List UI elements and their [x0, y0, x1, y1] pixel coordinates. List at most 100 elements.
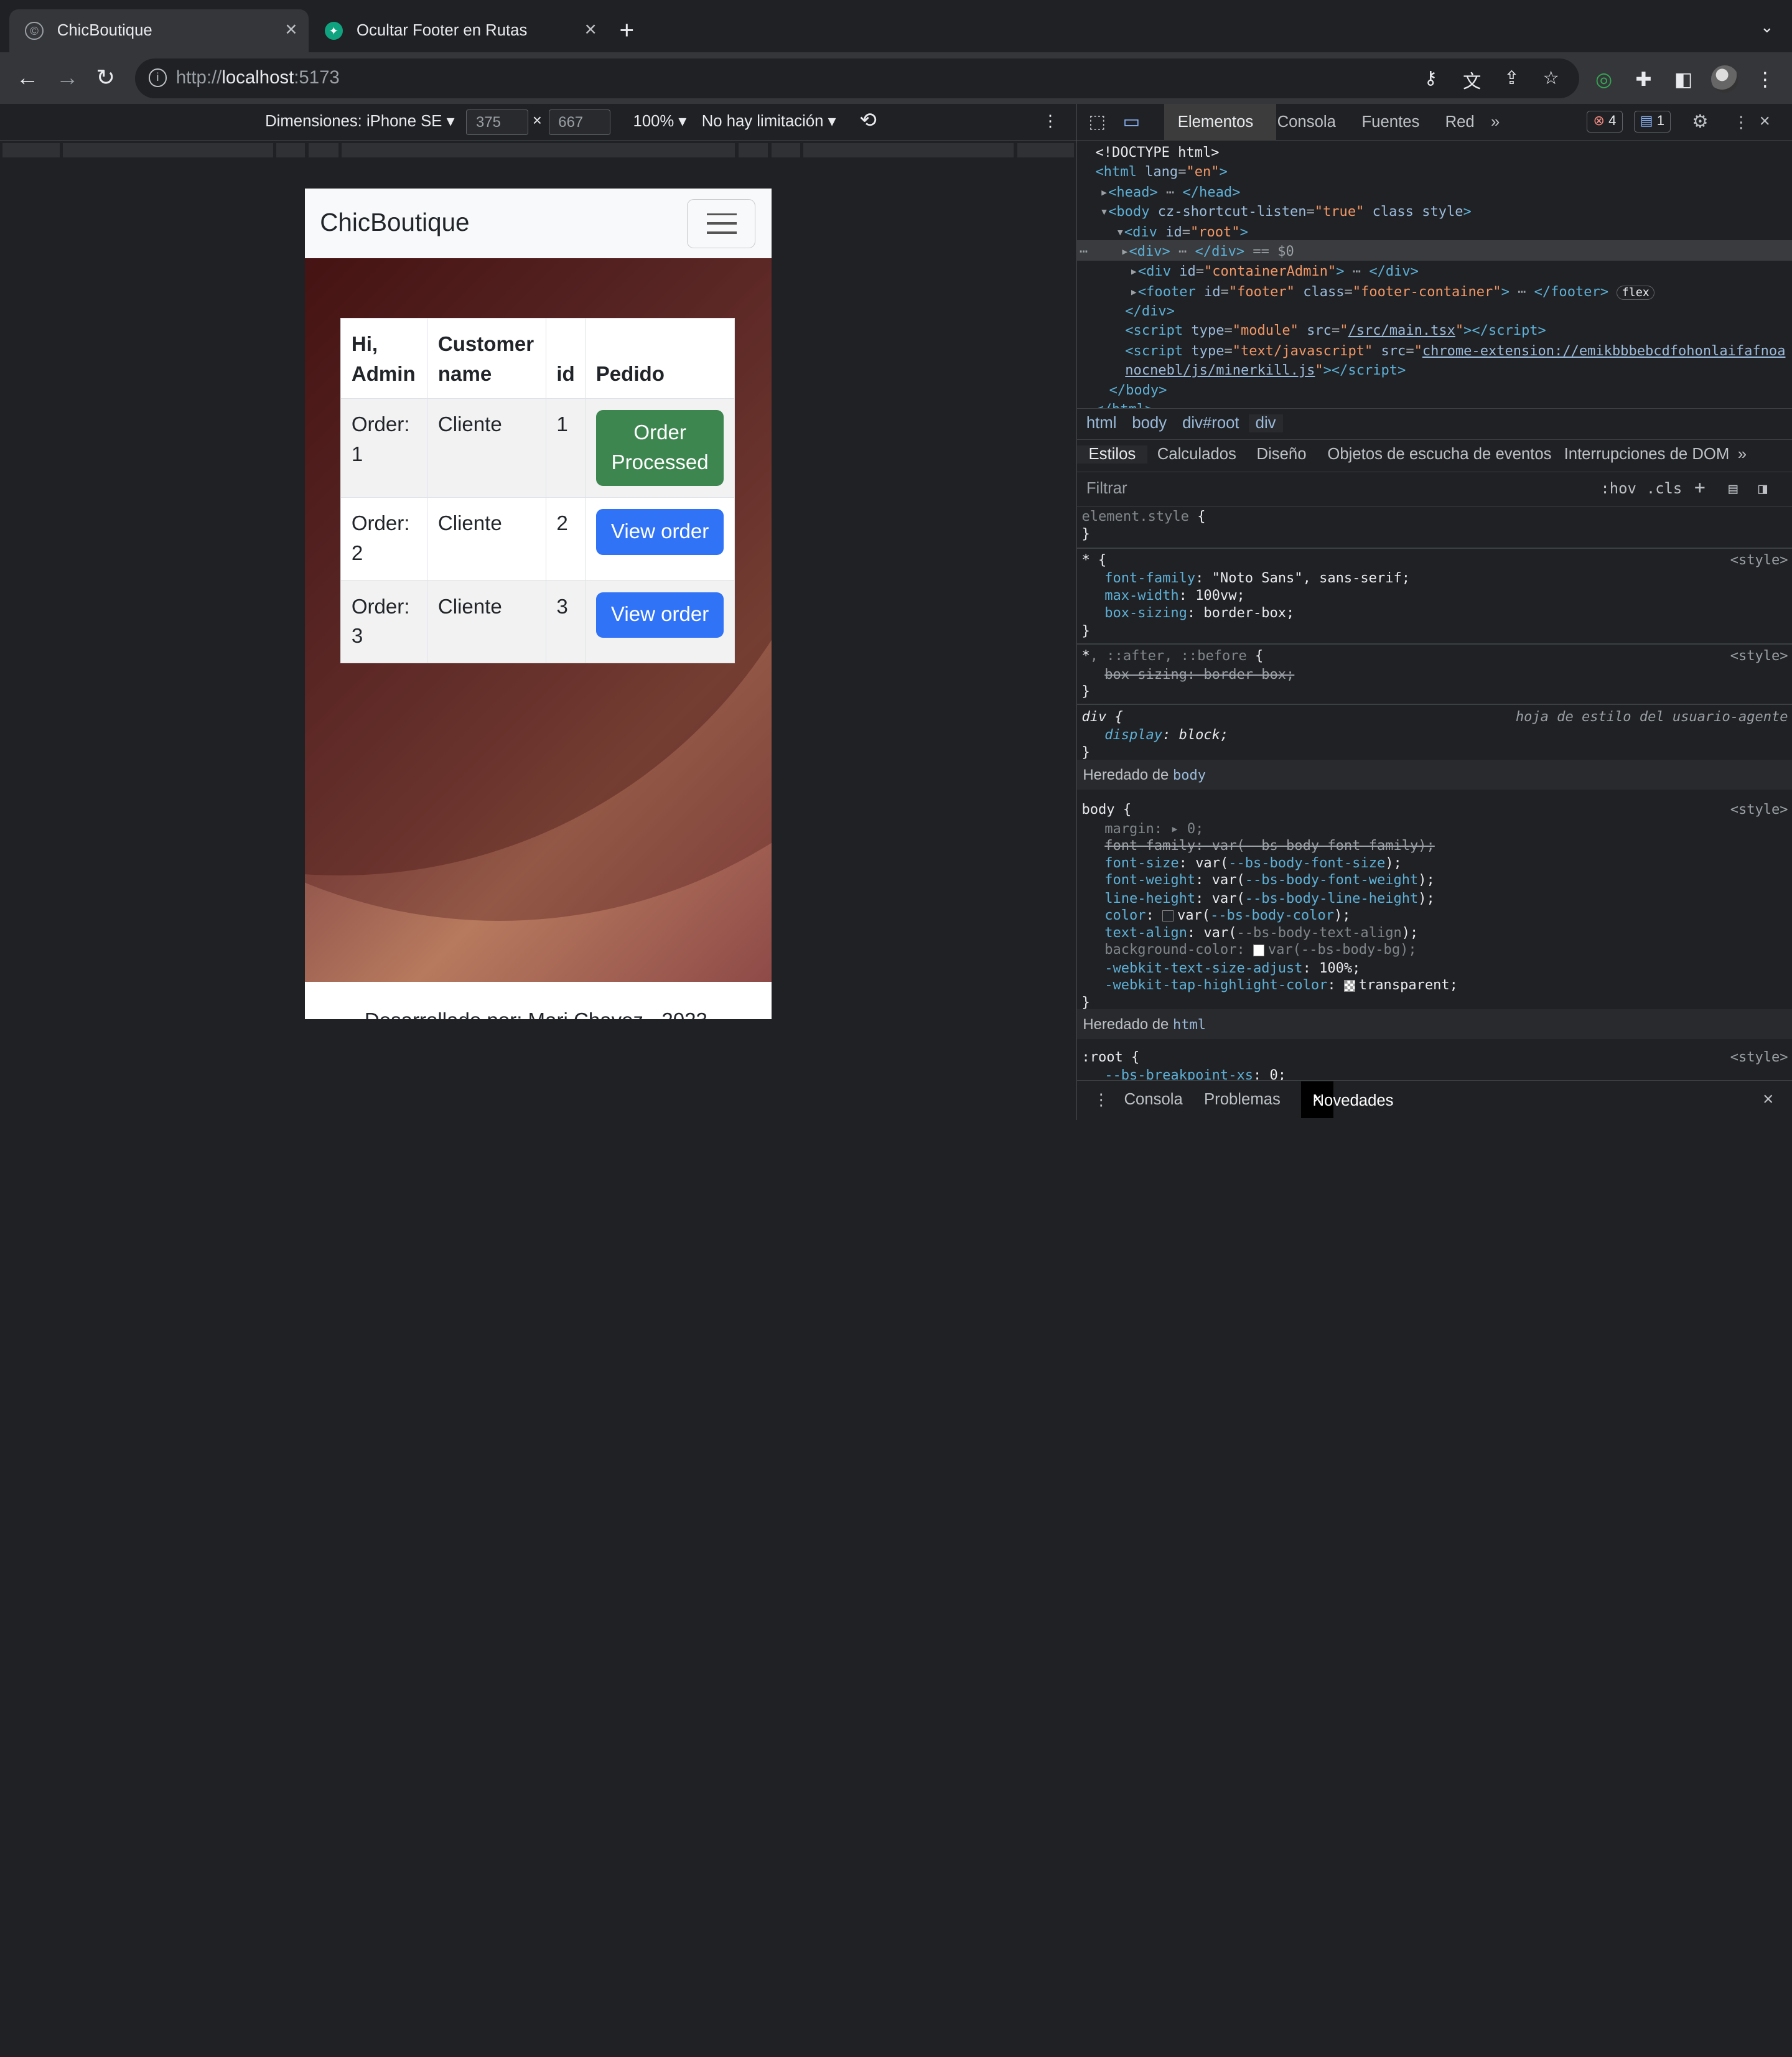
styles-filter-input[interactable]: Filtrar [1086, 480, 1127, 498]
device-toolbar: Dimensiones: iPhone SE ▾ 375 × 667 100% … [0, 104, 1077, 141]
new-tab-icon[interactable]: + [619, 16, 634, 44]
tab-search-chevron-icon[interactable]: ⌄ [1760, 18, 1774, 37]
tab-title: Ocultar Footer en Rutas [357, 22, 528, 40]
crumb-div[interactable]: div [1248, 414, 1283, 432]
action-cell: View order [585, 497, 735, 581]
rotate-icon[interactable]: ⟲ [859, 108, 877, 133]
hov-toggle[interactable]: :hov [1600, 480, 1636, 497]
browser-toolbar: ← → ↻ i http://localhost:5173 ⚷ 文 ⇪ ☆ ◎ … [0, 52, 1792, 105]
page-frame: ChicBoutique Hi, Admin Customer name id … [305, 189, 772, 1020]
view-order-button[interactable]: View order [595, 592, 724, 638]
devtools-tab-bar: ⬚ ▭ Elementos Consola Fuentes Red » ⊗ 4 … [1077, 104, 1792, 141]
back-arrow-icon[interactable]: ← [16, 64, 39, 91]
tab-fuentes[interactable]: Fuentes [1361, 113, 1419, 131]
crumb-body[interactable]: body [1132, 414, 1167, 432]
style-source-link[interactable]: <style> [1730, 801, 1788, 819]
tab-event-listeners[interactable]: Objetos de escucha de eventos [1327, 445, 1551, 464]
drawer-tab-novedades[interactable]: Novedades × [1301, 1081, 1394, 1118]
chatgpt-favicon-icon: ✦ [324, 21, 343, 40]
zoom-select[interactable]: 100% ▾ [633, 112, 687, 131]
browser-tab-ocultar-footer[interactable]: ✦ Ocultar Footer en Rutas × [309, 9, 608, 53]
header-pedido: Pedido [585, 317, 735, 399]
id-cell: 1 [545, 398, 586, 498]
dimension-separator: × [532, 111, 542, 129]
style-source-link[interactable]: <style> [1730, 648, 1788, 665]
error-count-badge[interactable]: ⊗ 4 [1587, 111, 1623, 133]
site-info-icon[interactable]: i [148, 68, 167, 87]
drawer-tab-consola[interactable]: Consola [1124, 1091, 1182, 1109]
styles-filter-bar: Filtrar :hov .cls + ▤ ◨ [1077, 472, 1792, 506]
device-viewport: ChicBoutique Hi, Admin Customer name id … [0, 160, 1077, 1120]
profile-avatar[interactable] [1710, 65, 1738, 93]
tab-diseno[interactable]: Diseño [1257, 445, 1307, 464]
order-processed-button[interactable]: Order Processed [595, 410, 724, 486]
paint-icon[interactable]: ▤ [1729, 480, 1737, 497]
orders-table: Hi, Admin Customer name id Pedido Order:… [340, 317, 735, 664]
address-bar[interactable]: i http://localhost:5173 ⚷ 文 ⇪ ☆ [134, 58, 1580, 98]
key-icon[interactable]: ⚷ [1424, 67, 1438, 89]
order-cell: Order: 1 [340, 398, 428, 498]
extensions-puzzle-icon[interactable]: ✚ [1635, 68, 1651, 91]
side-panel-icon[interactable]: ◧ [1674, 68, 1693, 91]
devtools-panel: ⬚ ▭ Elementos Consola Fuentes Red » ⊗ 4 … [1076, 104, 1792, 1120]
extension-ring-icon[interactable]: ◎ [1595, 68, 1612, 91]
more-tabs-icon[interactable]: » [1491, 113, 1500, 131]
close-devtools-icon[interactable]: × [1760, 111, 1770, 132]
tab-red[interactable]: Red [1445, 113, 1475, 131]
crumb-div-root[interactable]: div#root [1182, 414, 1239, 432]
settings-gear-icon[interactable]: ⚙ [1692, 111, 1708, 133]
tab-consola[interactable]: Consola [1277, 113, 1336, 131]
translate-icon[interactable]: 文 [1463, 67, 1481, 93]
media-query-ruler[interactable] [0, 140, 1077, 161]
device-height-input[interactable]: 667 [548, 110, 610, 135]
navbar-toggler-button[interactable] [686, 198, 756, 248]
site-favicon-icon: © [25, 21, 44, 40]
breadcrumb: html body div#root div [1077, 408, 1792, 441]
url-text: http://localhost:5173 [175, 67, 340, 88]
close-drawer-icon[interactable]: × [1763, 1089, 1773, 1110]
throttle-select[interactable]: No hay limitación ▾ [702, 112, 836, 131]
sidebar-toggle-icon[interactable]: ◨ [1758, 480, 1767, 497]
header-id: id [545, 317, 586, 399]
reload-icon[interactable]: ↻ [96, 64, 115, 91]
drawer-tab-problemas[interactable]: Problemas [1204, 1091, 1281, 1109]
device-toggle-icon[interactable]: ▭ [1123, 111, 1141, 133]
dom-tree[interactable]: <!DOCTYPE html> <html lang="en"> ▸<head>… [1077, 141, 1792, 408]
cls-toggle[interactable]: .cls [1646, 480, 1682, 497]
devtools-menu-icon[interactable]: ⋮ [1733, 113, 1749, 132]
crumb-html[interactable]: html [1086, 414, 1117, 432]
share-icon[interactable]: ⇪ [1504, 67, 1519, 89]
customer-cell: Cliente [427, 398, 546, 498]
styles-pane: element.style { } * { <style> font-famil… [1077, 506, 1792, 1080]
forward-arrow-icon[interactable]: → [56, 64, 79, 91]
header-greeting: Hi, Admin [340, 317, 428, 399]
browser-tab-chicboutique[interactable]: © ChicBoutique × [9, 9, 309, 53]
close-tab-icon[interactable]: × [584, 19, 596, 40]
drawer-menu-icon[interactable]: ⋮ [1093, 1091, 1109, 1109]
new-rule-icon[interactable]: + [1694, 477, 1706, 498]
tab-estilos[interactable]: Estilos [1077, 445, 1147, 464]
tab-dom-breakpoints[interactable]: Interrupciones de DOM [1564, 445, 1730, 464]
order-cell: Order: 2 [340, 497, 428, 581]
tab-elementos[interactable]: Elementos [1178, 113, 1253, 131]
page-footer: Desarrollado por: Mari Chavez - 2023 [305, 981, 772, 1020]
brand-logo[interactable]: ChicBoutique [320, 208, 469, 237]
style-source-link[interactable]: <style> [1730, 1049, 1788, 1066]
user-agent-label: hoja de estilo del usuario-agente [1515, 709, 1788, 725]
bookmark-star-icon[interactable]: ☆ [1543, 67, 1559, 89]
device-dimensions-select[interactable]: Dimensiones: iPhone SE ▾ [265, 112, 454, 131]
hamburger-bar [707, 231, 737, 234]
style-source-link[interactable]: <style> [1730, 552, 1788, 569]
view-order-button[interactable]: View order [595, 509, 724, 555]
inspect-element-icon[interactable]: ⬚ [1089, 111, 1106, 133]
message-count-badge[interactable]: ▤ 1 [1633, 111, 1671, 133]
more-style-tabs-icon[interactable]: » [1738, 445, 1747, 464]
device-width-input[interactable]: 375 [466, 110, 528, 135]
tab-calculados[interactable]: Calculados [1157, 445, 1236, 464]
device-more-icon[interactable]: ⋮ [1042, 112, 1058, 131]
hamburger-bar [707, 222, 737, 225]
tab-title: ChicBoutique [57, 22, 152, 40]
close-tab-icon[interactable]: × [285, 19, 297, 40]
customer-cell: Cliente [427, 497, 546, 581]
chrome-menu-icon[interactable]: ⋮ [1755, 68, 1775, 91]
